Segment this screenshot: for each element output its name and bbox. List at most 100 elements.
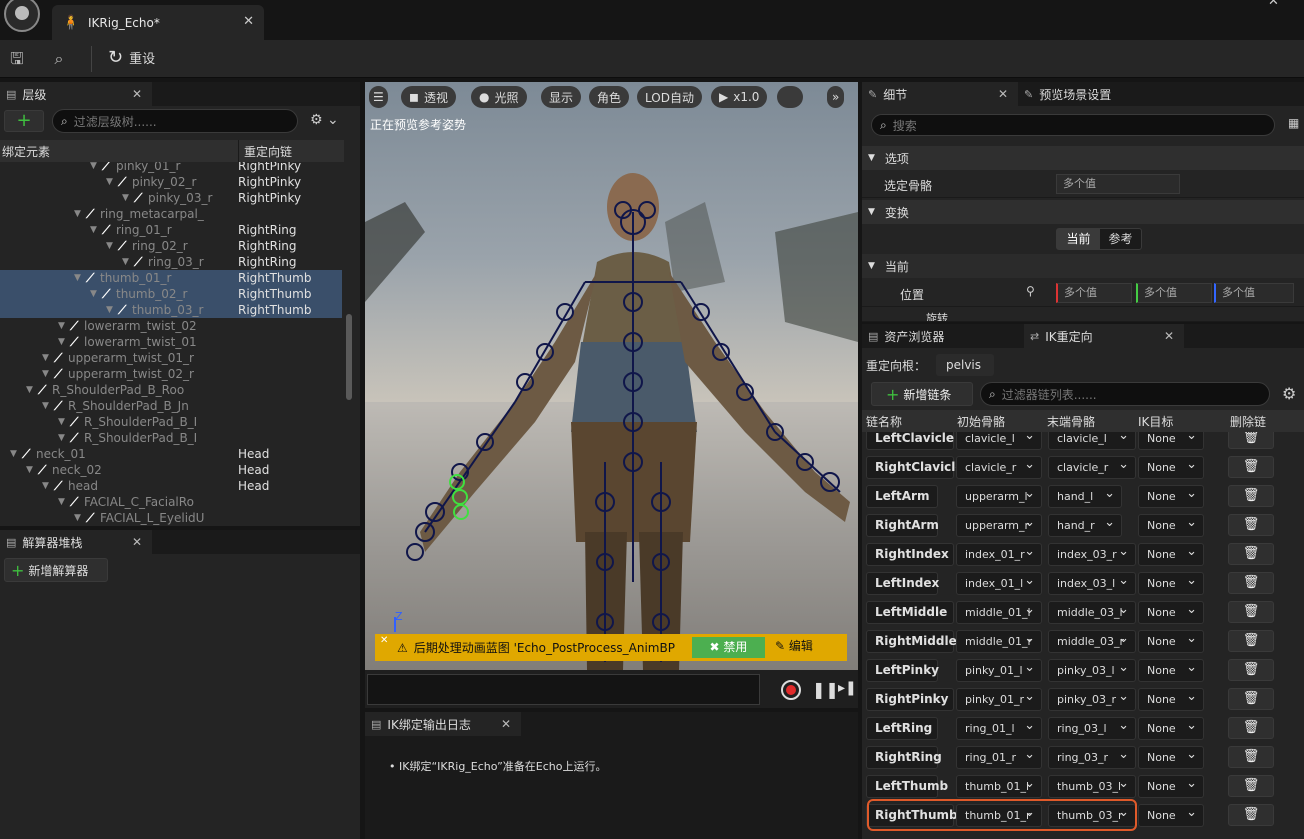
perspective-button[interactable]: ◼ 透视 <box>401 86 456 108</box>
chain-name-field[interactable]: RightPinky <box>866 688 954 711</box>
chain-name-field[interactable]: LeftMiddle <box>866 601 954 624</box>
expand-arrow-icon[interactable]: ▼ <box>106 238 113 254</box>
section-current[interactable]: ▼ 当前 <box>862 254 1304 278</box>
start-bone-dropdown[interactable]: clavicle_l <box>956 432 1042 450</box>
expand-arrow-icon[interactable]: ▼ <box>106 302 113 318</box>
angle-button[interactable]: 角色 <box>589 86 630 108</box>
end-bone-dropdown[interactable]: pinky_03_r <box>1048 688 1136 711</box>
tree-row[interactable]: ▼ ⟋ ring_metacarpal_ <box>0 206 342 222</box>
delete-chain-icon[interactable]: 🗑 <box>1228 688 1274 710</box>
tree-row[interactable]: ▼ ⟋ lowerarm_twist_01 <box>0 334 342 350</box>
chain-name-field[interactable]: LeftArm <box>866 485 938 508</box>
start-bone-dropdown[interactable]: ring_01_r <box>956 746 1042 769</box>
col-end-bone[interactable]: 末端骨骼 <box>1047 413 1095 430</box>
settings-gear-icon[interactable]: ⚙ <box>1282 384 1296 403</box>
hierarchy-scrollbar[interactable] <box>346 314 352 400</box>
lod-button[interactable]: LOD自动 <box>637 86 702 108</box>
tree-row[interactable]: ▼ ⟋ pinky_03_r RightPinky <box>0 190 342 206</box>
grid-icon[interactable]: ▦ <box>1288 116 1299 130</box>
start-bone-dropdown[interactable]: middle_01_r <box>956 630 1042 653</box>
end-bone-dropdown[interactable]: clavicle_l <box>1048 432 1136 450</box>
tree-row[interactable]: ▼ ⟋ thumb_02_r RightThumb <box>0 286 342 302</box>
end-bone-dropdown[interactable]: pinky_03_l <box>1048 659 1136 682</box>
ik-goal-dropdown[interactable]: None <box>1138 775 1204 798</box>
ik-goal-dropdown[interactable]: None <box>1138 543 1204 566</box>
hierarchy-search-input[interactable]: ⌕ 过滤层级树...... <box>52 109 298 133</box>
tab-hierarchy[interactable]: ▤ 层级 ✕ <box>0 82 152 106</box>
ik-goal-dropdown[interactable]: None <box>1138 688 1204 711</box>
viewport-menu-button[interactable]: ☰ <box>369 86 388 108</box>
col-chain-name[interactable]: 链名称 <box>866 413 902 430</box>
ik-goal-dropdown[interactable]: None <box>1138 485 1204 508</box>
tree-row[interactable]: ▼ ⟋ R_ShoulderPad_B_Jn <box>0 398 342 414</box>
expand-arrow-icon[interactable]: ▼ <box>122 254 129 270</box>
chain-name-field[interactable]: LeftPinky <box>866 659 939 682</box>
ik-goal-dropdown[interactable]: None <box>1138 717 1204 740</box>
start-bone-dropdown[interactable]: upperarm_l <box>956 485 1042 508</box>
expand-arrow-icon[interactable]: ▼ <box>26 382 33 398</box>
expand-arrow-icon[interactable]: ▼ <box>90 286 97 302</box>
expand-arrow-icon[interactable]: ▼ <box>58 334 65 350</box>
tree-row[interactable]: ▼ ⟋ ring_03_r RightRing <box>0 254 342 270</box>
tree-row[interactable]: ▼ ⟋ pinky_01_r RightPinky <box>0 162 342 174</box>
ik-goal-dropdown[interactable]: None <box>1138 746 1204 769</box>
chain-name-field[interactable]: RightIndex <box>866 543 954 566</box>
add-element-button[interactable]: + <box>4 110 44 132</box>
end-bone-dropdown[interactable]: middle_03_r <box>1048 630 1136 653</box>
rotation-label[interactable]: 旋转 <box>926 310 948 321</box>
tab-preview-scene[interactable]: ✎ 预览场景设置 <box>1018 82 1168 106</box>
chain-name-field[interactable]: LeftIndex <box>866 572 939 595</box>
playback-speed-button[interactable]: ▶ x1.0 <box>711 86 768 108</box>
col-start-bone[interactable]: 初始骨骼 <box>957 413 1005 430</box>
expand-arrow-icon[interactable]: ▼ <box>106 174 113 190</box>
delete-chain-icon[interactable]: 🗑 <box>1228 746 1274 768</box>
tree-row[interactable]: ▼ ⟋ thumb_01_r RightThumb <box>0 270 342 286</box>
close-icon[interactable]: ✕ <box>998 87 1008 101</box>
ik-goal-dropdown[interactable]: None <box>1138 572 1204 595</box>
delete-chain-icon[interactable]: 🗑 <box>1228 485 1274 507</box>
chain-name-field[interactable]: RightMiddle <box>866 630 957 653</box>
chain-name-field[interactable]: LeftThumb <box>866 775 948 798</box>
start-bone-dropdown[interactable]: pinky_01_l <box>956 659 1042 682</box>
ik-goal-dropdown[interactable]: None <box>1138 514 1204 537</box>
start-bone-dropdown[interactable]: thumb_01_l <box>956 775 1042 798</box>
expand-toolbar-button[interactable]: » <box>827 86 845 108</box>
expand-arrow-icon[interactable]: ▼ <box>74 270 81 286</box>
tree-row[interactable]: ▼ ⟋ upperarm_twist_02_r <box>0 366 342 382</box>
expand-arrow-icon[interactable]: ▼ <box>42 366 49 382</box>
reference-button[interactable]: 参考 <box>1100 229 1141 249</box>
add-chain-button[interactable]: + 新增链条 <box>871 382 973 406</box>
chain-name-field[interactable]: LeftClavicle <box>866 432 954 450</box>
reset-button[interactable]: ↻ 重设 <box>108 47 155 68</box>
col-delete[interactable]: 删除链 <box>1230 413 1266 430</box>
ik-goal-dropdown[interactable]: None <box>1138 804 1204 827</box>
expand-arrow-icon[interactable]: ▼ <box>58 318 65 334</box>
delete-chain-icon[interactable]: 🗑 <box>1228 543 1274 565</box>
start-bone-dropdown[interactable]: index_01_r <box>956 543 1042 566</box>
ik-goal-dropdown[interactable]: None <box>1138 432 1204 450</box>
expand-arrow-icon[interactable]: ▼ <box>42 350 49 366</box>
save-icon[interactable]: 🖫 <box>6 48 28 70</box>
lit-button[interactable]: ● 光照 <box>471 86 527 108</box>
tab-details[interactable]: ✎ 细节 ✕ <box>862 82 1018 106</box>
start-bone-dropdown[interactable]: middle_01_l <box>956 601 1042 624</box>
window-close-icon[interactable]: ✕ <box>1268 0 1279 9</box>
close-icon[interactable]: ✕ <box>1164 329 1174 343</box>
end-bone-dropdown[interactable]: hand_l <box>1048 485 1122 508</box>
end-bone-dropdown[interactable]: index_03_l <box>1048 572 1136 595</box>
start-bone-dropdown[interactable]: upperarm_r <box>956 514 1042 537</box>
end-bone-dropdown[interactable]: clavicle_r <box>1048 456 1136 479</box>
start-bone-dropdown[interactable]: clavicle_r <box>956 456 1042 479</box>
document-tab[interactable]: 🧍 IKRig_Echo* ✕ <box>52 5 264 40</box>
tree-row[interactable]: ▼ ⟋ ring_02_r RightRing <box>0 238 342 254</box>
tree-row[interactable]: ▼ ⟋ R_ShoulderPad_B_Roo <box>0 382 342 398</box>
ik-goal-dropdown[interactable]: None <box>1138 456 1204 479</box>
tab-asset-browser[interactable]: ▤ 资产浏览器 <box>862 324 1020 348</box>
tree-row[interactable]: ▼ ⟋ ring_01_r RightRing <box>0 222 342 238</box>
position-x[interactable]: 多个值 <box>1056 283 1132 303</box>
end-bone-dropdown[interactable]: thumb_03_l <box>1048 775 1136 798</box>
tree-row[interactable]: ▼ ⟋ R_ShoulderPad_B_I <box>0 414 342 430</box>
end-bone-dropdown[interactable]: ring_03_r <box>1048 746 1136 769</box>
section-options[interactable]: ▼ 选项 <box>862 146 1304 170</box>
delete-chain-icon[interactable]: 🗑 <box>1228 775 1274 797</box>
